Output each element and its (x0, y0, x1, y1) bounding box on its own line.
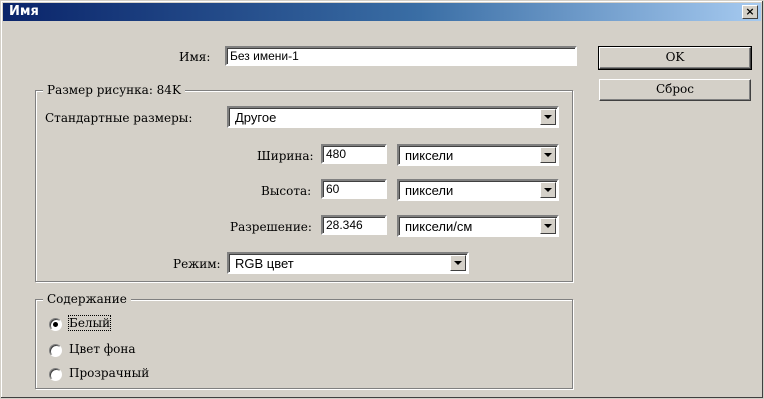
new-image-dialog: Имя × Имя: Без имени-1 Размер рисунка: 8… (0, 0, 764, 399)
width-unit-select[interactable]: пиксели (397, 144, 559, 166)
close-icon: × (745, 5, 755, 18)
radio-white[interactable] (49, 318, 62, 331)
resolution-input[interactable]: 28.346 (321, 215, 387, 235)
name-label: Имя: (179, 50, 211, 64)
width-unit-value: пиксели (405, 148, 454, 163)
chevron-down-icon[interactable] (540, 182, 556, 198)
contents-group-title: Содержание (43, 292, 131, 306)
resolution-unit-value: пиксели/см (405, 219, 473, 234)
preset-sizes-label: Стандартные размеры: (45, 111, 193, 125)
width-input[interactable]: 480 (321, 144, 387, 164)
mode-value: RGB цвет (235, 256, 294, 271)
radio-background-color-label[interactable]: Цвет фона (69, 342, 136, 356)
mode-label: Режим: (173, 257, 221, 271)
height-unit-select[interactable]: пиксели (397, 179, 559, 201)
radio-transparent-label[interactable]: Прозрачный (69, 366, 149, 380)
name-input[interactable]: Без имени-1 (225, 46, 577, 66)
chevron-down-icon[interactable] (540, 218, 556, 234)
height-label: Высота: (261, 184, 312, 198)
chevron-down-icon[interactable] (540, 109, 556, 125)
close-button[interactable]: × (742, 5, 758, 19)
ok-button[interactable]: OK (598, 46, 752, 70)
chevron-down-icon[interactable] (450, 255, 466, 271)
preset-sizes-value: Другое (235, 110, 277, 125)
resolution-unit-select[interactable]: пиксели/см (397, 215, 559, 237)
mode-select[interactable]: RGB цвет (227, 252, 469, 274)
radio-background-color[interactable] (49, 344, 62, 357)
window-title: Имя (9, 4, 39, 19)
radio-transparent[interactable] (49, 368, 62, 381)
height-unit-value: пиксели (405, 183, 454, 198)
resolution-label: Разрешение: (230, 220, 312, 234)
chevron-down-icon[interactable] (540, 147, 556, 163)
height-input[interactable]: 60 (321, 179, 387, 199)
image-size-group-title: Размер рисунка: 84K (43, 83, 185, 97)
reset-button[interactable]: Сброс (599, 79, 751, 101)
radio-white-label[interactable]: Белый (67, 315, 112, 331)
width-label: Ширина: (257, 149, 314, 163)
title-bar[interactable]: Имя × (3, 3, 761, 21)
preset-sizes-select[interactable]: Другое (227, 106, 559, 128)
